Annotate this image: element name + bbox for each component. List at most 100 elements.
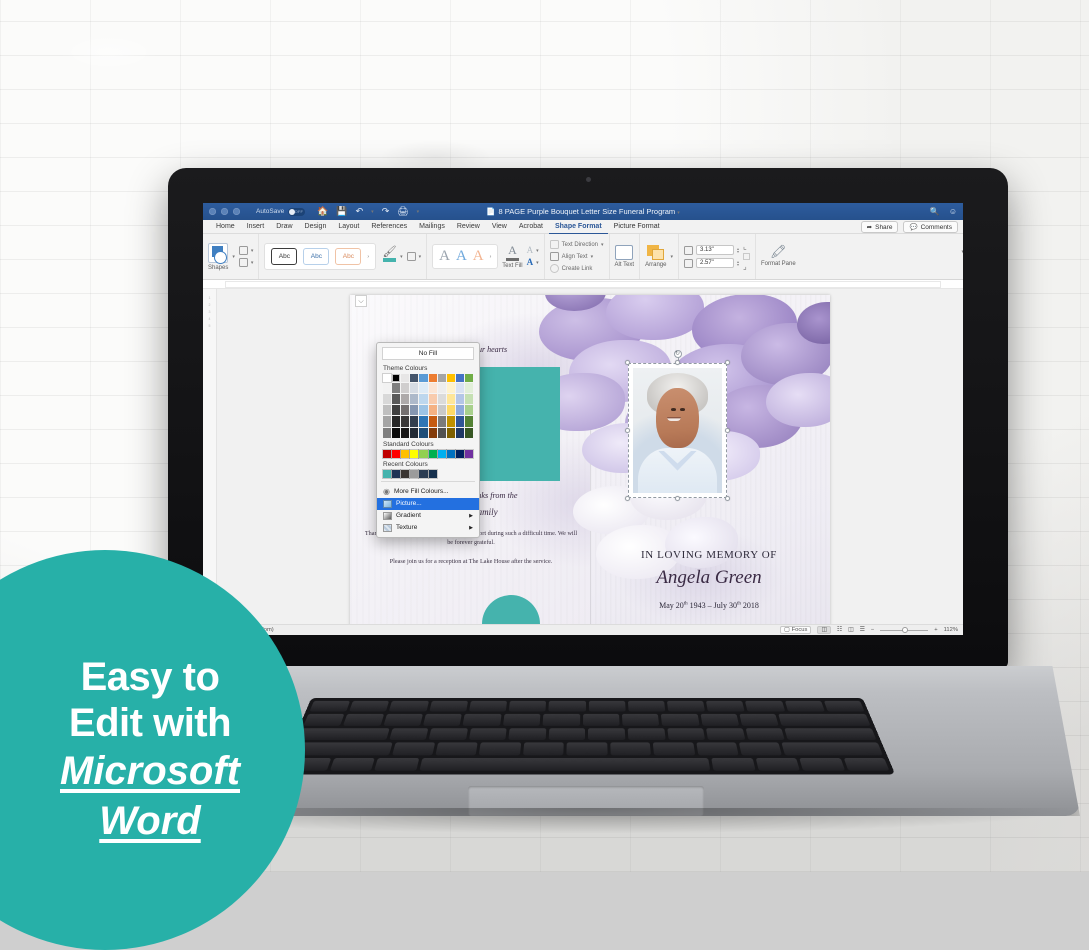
customize-toolbar-icon[interactable]: ▾ bbox=[417, 209, 420, 215]
shape-outline-caret-icon[interactable]: ▾ bbox=[419, 254, 422, 260]
rotation-handle[interactable]: ↻ bbox=[673, 350, 682, 358]
align-text-button[interactable]: Align Text ▾ bbox=[549, 252, 604, 261]
home-icon[interactable]: 🏠 bbox=[317, 206, 328, 217]
shade-1-5[interactable] bbox=[419, 383, 428, 394]
shade-3-3[interactable] bbox=[401, 405, 410, 416]
shape-width-input[interactable]: 2.57" bbox=[695, 258, 734, 268]
tab-layout[interactable]: Layout bbox=[332, 220, 365, 234]
resize-handle-s[interactable] bbox=[675, 496, 680, 501]
shade-5-9[interactable] bbox=[455, 427, 464, 438]
standard-swatch-1[interactable] bbox=[382, 449, 392, 459]
shade-5-10[interactable] bbox=[464, 427, 473, 438]
teal-rectangle-shape[interactable] bbox=[470, 367, 560, 481]
shape-outline-button[interactable]: ▾ bbox=[406, 252, 422, 261]
shapes-caret-icon[interactable]: ▾ bbox=[232, 254, 235, 260]
shape-style-1[interactable]: Abc bbox=[271, 248, 298, 265]
shade-5-7[interactable] bbox=[437, 427, 446, 438]
theme-shade-row-2[interactable] bbox=[377, 394, 479, 405]
resize-handle-n[interactable] bbox=[675, 360, 680, 365]
resize-handle-e[interactable] bbox=[725, 428, 730, 433]
theme-swatch-10[interactable] bbox=[464, 374, 474, 383]
gradient-item[interactable]: Gradient ▶ bbox=[377, 510, 479, 522]
web-layout-icon[interactable]: ☷ bbox=[837, 627, 842, 633]
minimize-icon[interactable] bbox=[221, 208, 228, 215]
shapes-icon[interactable] bbox=[208, 242, 229, 264]
shade-5-6[interactable] bbox=[428, 427, 437, 438]
shade-2-2[interactable] bbox=[392, 394, 401, 405]
comments-button[interactable]: 💬 Comments bbox=[903, 221, 958, 233]
theme-swatch-1[interactable] bbox=[382, 373, 392, 383]
shade-3-10[interactable] bbox=[464, 405, 473, 416]
shade-3-9[interactable] bbox=[455, 405, 464, 416]
shape-style-3[interactable]: Abc bbox=[335, 248, 362, 265]
standard-swatch-3[interactable] bbox=[400, 449, 410, 459]
tab-review[interactable]: Review bbox=[451, 220, 486, 234]
theme-shade-row-4[interactable] bbox=[377, 416, 479, 427]
text-direction-caret-icon[interactable]: ▾ bbox=[601, 242, 604, 248]
standard-swatch-10[interactable] bbox=[464, 449, 474, 459]
tab-picture-format[interactable]: Picture Format bbox=[608, 220, 666, 234]
shade-4-9[interactable] bbox=[455, 416, 464, 427]
standard-swatch-8[interactable] bbox=[446, 449, 456, 459]
shape-height-input[interactable]: 3.13" bbox=[695, 245, 734, 255]
shade-2-7[interactable] bbox=[437, 394, 446, 405]
close-icon[interactable] bbox=[209, 208, 216, 215]
autosave-switch[interactable]: OFF bbox=[288, 207, 306, 216]
shade-2-3[interactable] bbox=[401, 394, 410, 405]
text-box-caret-icon[interactable]: ▾ bbox=[251, 260, 254, 266]
recent-swatch-3[interactable] bbox=[400, 469, 410, 479]
shade-4-1[interactable] bbox=[383, 416, 392, 427]
tab-insert[interactable]: Insert bbox=[241, 220, 271, 234]
recent-swatch-5[interactable] bbox=[418, 469, 429, 479]
undo-caret-icon[interactable]: ▾ bbox=[371, 209, 374, 215]
search-icon[interactable]: 🔍 bbox=[930, 207, 940, 216]
resize-handle-w[interactable] bbox=[625, 428, 630, 433]
more-fill-colours-item[interactable]: ◉ More Fill Colours... bbox=[377, 485, 479, 498]
arrange-caret-icon[interactable]: ▾ bbox=[670, 254, 673, 260]
theme-swatch-6[interactable] bbox=[428, 374, 437, 383]
shape-styles-more-icon[interactable]: › bbox=[367, 254, 369, 260]
layout-options-button[interactable]: ⌵ bbox=[355, 295, 367, 307]
zoom-out-button[interactable]: − bbox=[871, 627, 874, 633]
shape-fill-icon[interactable]: 🖌 bbox=[382, 246, 397, 267]
window-controls[interactable] bbox=[209, 208, 240, 215]
theme-swatch-2[interactable] bbox=[392, 374, 401, 383]
text-direction-button[interactable]: Text Direction ▾ bbox=[549, 240, 604, 249]
resize-handle-sw[interactable] bbox=[625, 496, 630, 501]
shade-5-5[interactable] bbox=[419, 427, 428, 438]
shade-5-8[interactable] bbox=[446, 427, 455, 438]
vertical-ruler[interactable]: 12345 bbox=[203, 289, 217, 624]
save-icon[interactable]: 💾 bbox=[336, 206, 347, 217]
autosave-toggle[interactable]: AutoSave OFF bbox=[256, 207, 306, 216]
theme-swatch-8[interactable] bbox=[446, 374, 455, 383]
shade-1-9[interactable] bbox=[455, 383, 464, 394]
shape-width-field[interactable]: 2.57" ▴ ▾ bbox=[683, 258, 739, 268]
standard-swatch-4[interactable] bbox=[409, 449, 419, 459]
tab-acrobat[interactable]: Acrobat bbox=[513, 220, 549, 234]
recent-swatch-4[interactable] bbox=[409, 469, 419, 479]
shade-5-4[interactable] bbox=[410, 427, 419, 438]
theme-shade-row-5[interactable] bbox=[377, 427, 479, 438]
theme-swatch-4[interactable] bbox=[410, 374, 419, 383]
crop-corner-bottom-icon[interactable]: ⌟ bbox=[743, 262, 750, 271]
format-pane-button[interactable]: 🖍 Format Pane bbox=[761, 245, 796, 268]
text-effects-caret-icon[interactable]: ▾ bbox=[536, 260, 539, 266]
zoom-level[interactable]: 112% bbox=[944, 627, 958, 633]
shade-5-3[interactable] bbox=[401, 427, 410, 438]
shade-3-5[interactable] bbox=[419, 405, 428, 416]
standard-swatch-6[interactable] bbox=[428, 449, 438, 459]
selected-portrait-image[interactable]: ↻ bbox=[625, 350, 730, 501]
shade-4-2[interactable] bbox=[392, 416, 401, 427]
wordart-style-3[interactable]: A bbox=[473, 249, 484, 264]
shade-1-2[interactable] bbox=[392, 383, 401, 394]
shade-4-7[interactable] bbox=[437, 416, 446, 427]
shade-1-8[interactable] bbox=[446, 383, 455, 394]
shape-fill-caret-icon[interactable]: ▾ bbox=[400, 254, 403, 260]
insert-shapes-button[interactable]: Shapes bbox=[208, 242, 229, 271]
resize-handle-se[interactable] bbox=[725, 496, 730, 501]
standard-swatch-7[interactable] bbox=[437, 449, 447, 459]
ribbon-overflow-icon[interactable]: ▾ bbox=[961, 248, 963, 256]
arrange-button[interactable]: Arrange bbox=[645, 245, 666, 268]
picture-item[interactable]: Picture... bbox=[377, 497, 479, 510]
shade-1-3[interactable] bbox=[401, 383, 410, 394]
